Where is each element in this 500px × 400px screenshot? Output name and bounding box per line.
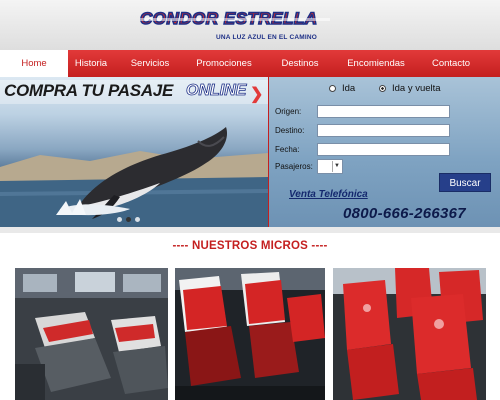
chevron-down-icon[interactable]: ▼ xyxy=(332,161,341,172)
bus-photo-1[interactable] xyxy=(15,268,168,400)
brand-logo[interactable]: CONDOR ESTRELLA xyxy=(139,8,330,31)
hero-banner: COMPRA TU PASAJE ONLINE ❯ Ida Ida y vuel… xyxy=(0,77,500,227)
destination-label: Destino: xyxy=(275,126,305,135)
booking-form: Ida Ida y vuelta Origen: Destino: Fecha:… xyxy=(268,77,500,227)
bus-interior-image-2 xyxy=(175,268,325,400)
nav-item-destinos[interactable]: Destinos xyxy=(272,50,328,77)
nav-item-encomiendas[interactable]: Encomiendas xyxy=(336,50,416,77)
slider-dot-3[interactable] xyxy=(135,217,140,222)
radio-ida[interactable]: Ida xyxy=(329,83,355,94)
bus-photo-3[interactable] xyxy=(333,268,486,400)
promo-arrow-icon: ❯ xyxy=(250,86,264,103)
slider-dots xyxy=(117,217,147,223)
nav-item-historia[interactable]: Historia xyxy=(68,50,114,77)
main-nav: Home Historia Servicios Promociones Dest… xyxy=(0,50,500,77)
logo-stripe xyxy=(140,18,330,21)
bus-interior-image-3 xyxy=(333,268,486,400)
search-button[interactable]: Buscar xyxy=(439,173,491,192)
nav-item-servicios[interactable]: Servicios xyxy=(122,50,178,77)
radio-ida-y-vuelta-button[interactable] xyxy=(379,85,386,92)
passengers-select[interactable]: ▼ xyxy=(317,159,343,174)
origin-input[interactable] xyxy=(317,105,450,118)
section-divider xyxy=(0,227,500,233)
phone-sales-title: Venta Telefónica xyxy=(289,189,368,200)
passengers-label: Pasajeros: xyxy=(275,162,313,171)
slider-dot-1[interactable] xyxy=(117,217,122,222)
radio-ida-y-vuelta[interactable]: Ida y vuelta xyxy=(379,83,441,94)
section-title: ---- NUESTROS MICROS ---- xyxy=(172,240,328,252)
slider-dot-2[interactable] xyxy=(126,217,131,222)
date-label: Fecha: xyxy=(275,145,300,154)
site-header: CONDOR ESTRELLA UNA LUZ AZUL EN EL CAMIN… xyxy=(0,0,500,50)
radio-ida-button[interactable] xyxy=(329,85,336,92)
destination-input[interactable] xyxy=(317,124,450,137)
whale-photo[interactable]: COMPRA TU PASAJE ONLINE ❯ xyxy=(0,77,268,227)
radio-ida-y-vuelta-label: Ida y vuelta xyxy=(392,83,441,94)
phone-number[interactable]: 0800-666-266367 xyxy=(343,205,466,222)
bus-photo-2[interactable] xyxy=(175,268,325,400)
bus-interior-image-1 xyxy=(15,268,168,400)
radio-ida-label: Ida xyxy=(342,83,356,94)
whale-illustration xyxy=(0,127,268,227)
nav-item-home[interactable]: Home xyxy=(0,50,68,77)
promo-online: ONLINE xyxy=(186,82,247,100)
nav-item-contacto[interactable]: Contacto xyxy=(420,50,482,77)
nav-item-promociones[interactable]: Promociones xyxy=(186,50,262,77)
origin-label: Origen: xyxy=(275,107,302,116)
promo-headline: COMPRA TU PASAJE xyxy=(4,81,173,100)
date-input[interactable] xyxy=(317,143,450,156)
brand-slogan: UNA LUZ AZUL EN EL CAMINO xyxy=(216,34,318,41)
